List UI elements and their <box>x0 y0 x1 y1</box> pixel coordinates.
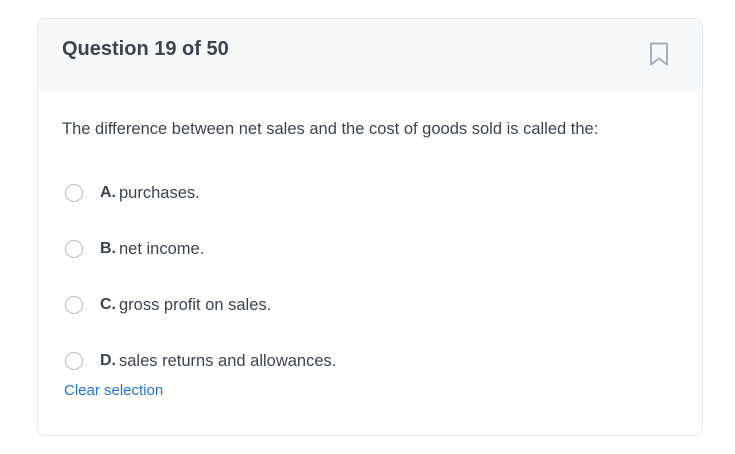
question-header: Question 19 of 50 <box>38 19 702 91</box>
option-b-radio[interactable] <box>65 240 83 258</box>
clear-selection-link[interactable]: Clear selection <box>64 382 163 399</box>
option-c-text: gross profit on sales. <box>119 295 272 314</box>
option-c-radio[interactable] <box>65 296 83 314</box>
option-c[interactable]: C. gross profit on sales. <box>62 277 336 333</box>
bookmark-icon-graphic <box>650 42 668 66</box>
question-text: The difference between net sales and the… <box>62 120 599 138</box>
option-b-text: net income. <box>119 239 205 258</box>
answer-options: A. purchases. B. net income. C. gross pr… <box>62 165 336 389</box>
question-card: Question 19 of 50 The difference between… <box>37 18 703 436</box>
option-a-radio[interactable] <box>65 184 83 202</box>
option-d[interactable]: D. sales returns and allowances. <box>62 333 336 389</box>
bookmark-icon[interactable] <box>648 41 670 67</box>
option-a-text: purchases. <box>119 183 200 202</box>
option-d-letter: D. <box>100 352 116 369</box>
option-a[interactable]: A. purchases. <box>62 165 336 221</box>
option-c-letter: C. <box>100 296 116 313</box>
option-b-letter: B. <box>100 240 116 257</box>
option-a-letter: A. <box>100 184 116 201</box>
option-d-radio[interactable] <box>65 352 83 370</box>
question-counter: Question 19 of 50 <box>62 38 229 60</box>
option-b[interactable]: B. net income. <box>62 221 336 277</box>
option-d-text: sales returns and allowances. <box>119 351 337 370</box>
